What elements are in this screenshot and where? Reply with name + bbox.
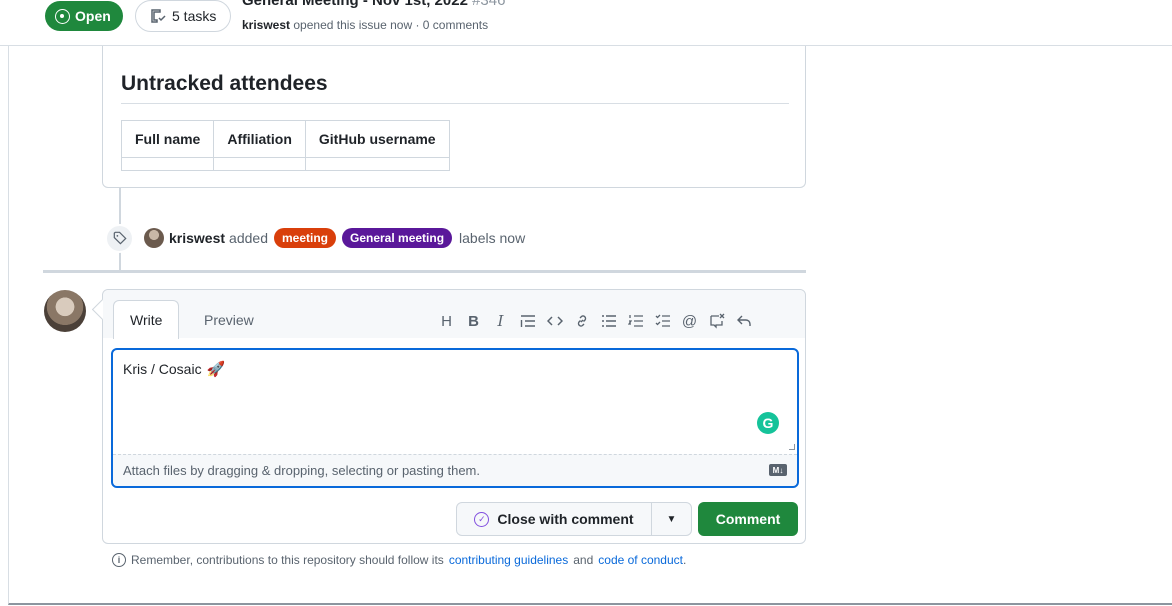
notice-and: and (573, 553, 594, 567)
issue-meta: kriswest opened this issue now · 0 comme… (242, 18, 488, 32)
tab-write[interactable]: Write (113, 300, 180, 339)
issue-opened-icon (55, 8, 70, 24)
comment-composer: Write Preview H B I @ Kris / Cosaic 🚀 G … (102, 289, 806, 544)
issue-title-text: General Meeting - Nov 1st, 2022 (242, 0, 468, 9)
numbered-list-icon[interactable] (622, 310, 649, 332)
notice-end: . (683, 553, 687, 567)
avatar[interactable] (144, 228, 164, 248)
timeline-line (119, 252, 121, 270)
heading-divider (121, 103, 789, 104)
issue-meta-text: opened this issue now · 0 comments (293, 18, 489, 32)
task-list-icon[interactable] (649, 310, 676, 332)
check-circle-icon: ✓ (474, 511, 490, 527)
contributing-guidelines-link[interactable]: contributing guidelines (449, 553, 568, 567)
table-cell (304, 157, 450, 171)
issue-state-badge: Open (45, 1, 123, 31)
label-meeting[interactable]: meeting (273, 228, 336, 248)
close-with-comment-button[interactable]: ✓ Close with comment (456, 502, 652, 536)
event-suffix: labels now (459, 230, 526, 246)
tab-preview[interactable]: Preview (188, 300, 270, 339)
markdown-icon[interactable]: M↓ (769, 464, 787, 476)
labeled-event: kriswest added meeting General meeting l… (105, 223, 526, 253)
attach-files-bar[interactable]: Attach files by dragging & dropping, sel… (113, 454, 797, 486)
label-general-meeting[interactable]: General meeting (342, 228, 453, 248)
resize-handle[interactable] (789, 444, 795, 450)
column-github-username: GitHub username (304, 120, 450, 158)
sticky-issue-header: Open 5 tasks General Meeting - Nov 1st, … (0, 0, 1172, 46)
close-options-dropdown[interactable]: ▼ (651, 502, 692, 536)
close-button-label: Close with comment (497, 511, 634, 527)
timeline-break (43, 270, 806, 273)
event-action: added (229, 230, 268, 246)
tag-icon (105, 223, 134, 253)
reply-icon[interactable] (730, 310, 757, 332)
checklist-icon (151, 9, 166, 23)
attach-hint: Attach files by dragging & dropping, sel… (123, 463, 480, 478)
table-row (120, 157, 450, 171)
grammarly-icon[interactable]: G (757, 412, 779, 434)
editor-text: Kris / Cosaic (123, 361, 202, 377)
quote-icon[interactable] (514, 310, 541, 332)
contribution-notice: i Remember, contributions to this reposi… (112, 553, 686, 567)
table-header-row: Full name Affiliation GitHub username (120, 120, 450, 158)
code-of-conduct-link[interactable]: code of conduct (598, 553, 683, 567)
avatar[interactable] (44, 290, 86, 332)
markdown-toolbar: H B I @ (433, 310, 757, 332)
state-label: Open (75, 8, 111, 24)
column-full-name: Full name (120, 120, 215, 158)
editor-content: Kris / Cosaic 🚀 (123, 360, 225, 378)
bold-icon[interactable]: B (460, 310, 487, 332)
table-cell (120, 157, 215, 171)
column-affiliation: Affiliation (213, 120, 306, 158)
triangle-down-icon: ▼ (666, 513, 677, 525)
tasks-label: 5 tasks (172, 8, 217, 24)
author-link[interactable]: kriswest (242, 18, 290, 32)
timeline-line (119, 188, 121, 224)
issue-title[interactable]: General Meeting - Nov 1st, 2022 #346 (242, 0, 505, 9)
info-icon: i (112, 553, 126, 567)
comment-textarea[interactable]: Kris / Cosaic 🚀 G Attach files by draggi… (111, 348, 799, 488)
bullet-list-icon[interactable] (595, 310, 622, 332)
attendees-table: Full name Affiliation GitHub username (120, 120, 450, 171)
cross-reference-icon[interactable] (703, 310, 730, 332)
table-cell (213, 157, 306, 171)
attendees-heading: Untracked attendees (121, 72, 328, 95)
rocket-icon: 🚀 (206, 361, 226, 378)
notice-prefix: Remember, contributions to this reposito… (131, 553, 444, 567)
code-icon[interactable] (541, 310, 568, 332)
heading-icon[interactable]: H (433, 310, 460, 332)
comment-button[interactable]: Comment (698, 502, 798, 536)
link-icon[interactable] (568, 310, 595, 332)
italic-icon[interactable]: I (487, 310, 514, 332)
event-user-link[interactable]: kriswest (169, 230, 225, 246)
tasks-button[interactable]: 5 tasks (135, 0, 232, 32)
mention-icon[interactable]: @ (676, 310, 703, 332)
issue-number: #346 (472, 0, 506, 9)
